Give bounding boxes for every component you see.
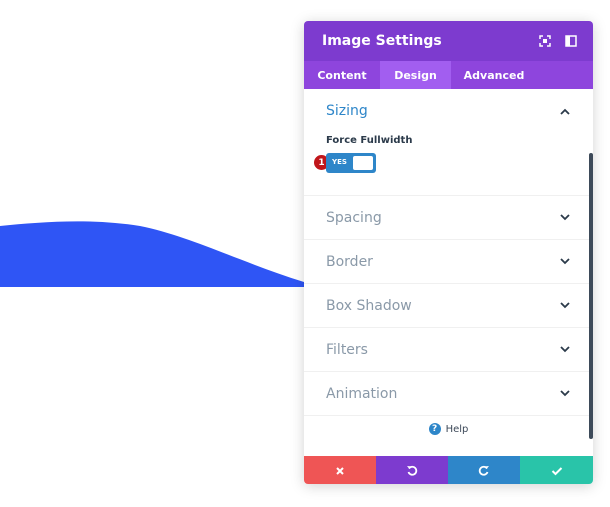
tab-advanced[interactable]: Advanced [451,61,537,89]
close-icon [335,461,345,480]
section-title: Sizing [326,103,368,119]
section-title: Animation [326,385,398,402]
tab-design[interactable]: Design [380,61,451,89]
panel-footer [304,456,593,484]
section-title: Box Shadow [326,297,412,314]
tab-content[interactable]: Content [304,61,380,89]
split-view-icon[interactable] [563,33,579,49]
toggle-knob [353,156,373,170]
save-button[interactable] [520,456,593,484]
help-icon: ? [428,423,441,435]
chevron-down-icon [559,300,571,312]
panel-body: Sizing Force Fullwidth 1 YES Spacing Bor… [304,89,593,443]
chevron-down-icon [559,344,571,356]
undo-icon [406,461,418,480]
chevron-up-icon [559,105,571,117]
discard-button[interactable] [304,456,376,484]
redo-icon [478,461,490,480]
help-label: Help [445,423,469,435]
force-fullwidth-label: Force Fullwidth [326,135,413,146]
chevron-down-icon [559,212,571,224]
chevron-down-icon [559,256,571,268]
section-border[interactable]: Border [304,240,593,284]
help-link[interactable]: ? Help [304,423,593,435]
section-box-shadow[interactable]: Box Shadow [304,284,593,328]
section-title: Spacing [326,209,382,226]
toggle-label: YES [332,158,347,166]
section-animation[interactable]: Animation [304,372,593,416]
section-title: Filters [326,341,368,358]
panel-tabs: Content Design Advanced [304,61,593,89]
section-sizing-header[interactable]: Sizing [304,89,593,133]
image-settings-panel: Image Settings Content Design Advanced S… [304,21,593,484]
section-filters[interactable]: Filters [304,328,593,372]
panel-title: Image Settings [322,33,442,49]
panel-header: Image Settings [304,21,593,61]
check-icon [551,461,563,480]
redo-button[interactable] [448,456,520,484]
panel-scrollbar[interactable] [589,153,593,439]
force-fullwidth-toggle[interactable]: YES [326,153,376,173]
undo-button[interactable] [376,456,448,484]
chevron-down-icon [559,388,571,400]
section-title: Border [326,253,373,270]
section-sizing: Sizing Force Fullwidth 1 YES [304,89,593,196]
section-spacing[interactable]: Spacing [304,196,593,240]
fullscreen-icon[interactable] [537,33,553,49]
